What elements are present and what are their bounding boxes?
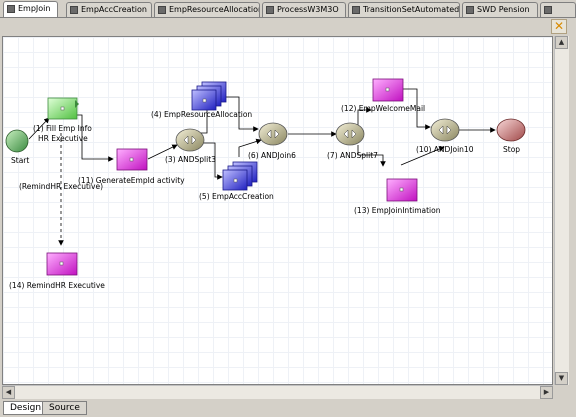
tab-source[interactable]: Source: [42, 401, 87, 415]
node-emp-resource-allocation[interactable]: (4) EmpResourceAllocation: [151, 81, 252, 119]
node-label-line2: HR Executive: [38, 134, 88, 143]
node-label: Start: [11, 156, 29, 165]
tab-overflow[interactable]: [540, 2, 576, 17]
node-emp-acc-creation[interactable]: (5) EmpAccCreation: [199, 161, 274, 201]
tab-processw3m3o[interactable]: ProcessW3M3O: [262, 2, 346, 17]
node-label: (10) ANDJoin10: [416, 145, 474, 154]
node-andsplit7[interactable]: (7) ANDSplit7: [327, 122, 378, 160]
tab-swd-pension[interactable]: SWD Pension: [462, 2, 538, 17]
process-icon: [158, 6, 166, 14]
node-start[interactable]: Start: [5, 129, 29, 165]
node-emp-welcome-mail[interactable]: (12) EmpWelcomeMail: [341, 78, 425, 113]
tab-label: TransitionSetAutomated: [363, 5, 460, 14]
tab-divider: [0, 17, 576, 18]
scroll-down-button[interactable]: ▼: [555, 372, 568, 385]
close-icon: ✕: [553, 19, 565, 33]
node-label-line1: (1) Fill Emp Info: [33, 124, 92, 133]
workflow-diagram: Start (1) Fill Emp Info HR Executive (11…: [5, 78, 526, 290]
close-editor-button[interactable]: ✕: [551, 19, 567, 34]
node-fill-emp-info[interactable]: (1) Fill Emp Info HR Executive: [33, 97, 94, 143]
process-icon: [466, 6, 474, 14]
process-icon: [266, 6, 274, 14]
tab-label: EmpResourceAllocation: [169, 5, 260, 14]
node-andsplit3[interactable]: (3) ANDSplit3: [165, 128, 216, 164]
node-stop[interactable]: Stop: [496, 118, 526, 154]
node-remind-hr-executive[interactable]: (14) RemindHR Executive: [9, 252, 105, 290]
tab-empacccreation[interactable]: EmpAccCreation: [66, 2, 152, 17]
horizontal-scrollbar[interactable]: ◀ ▶: [2, 385, 553, 399]
vertical-scrollbar[interactable]: ▲ ▼: [554, 36, 569, 385]
node-label: (3) ANDSplit3: [165, 155, 216, 164]
node-label: (14) RemindHR Executive: [9, 281, 105, 290]
node-label: (6) ANDJoin6: [248, 151, 296, 160]
tab-label: SWD Pension: [477, 5, 530, 14]
scroll-corner: [554, 385, 569, 399]
tab-label: EmpAccCreation: [81, 5, 147, 14]
view-tab-bar: Design Source: [0, 399, 576, 417]
node-label: (4) EmpResourceAllocation: [151, 110, 252, 119]
tab-label: EmpJoin: [18, 4, 51, 13]
node-emp-join-intimation[interactable]: (13) EmpJoinIntimation: [354, 178, 441, 215]
node-label: (1) Fill Emp Info HR Executive: [33, 124, 94, 143]
workflow-canvas[interactable]: Start (1) Fill Emp Info HR Executive (11…: [2, 36, 553, 385]
tab-transitionsetautomated[interactable]: TransitionSetAutomated: [348, 2, 460, 17]
tab-empresourceallocation[interactable]: EmpResourceAllocation: [154, 2, 260, 17]
scroll-left-button[interactable]: ◀: [2, 386, 15, 399]
scroll-right-button[interactable]: ▶: [540, 386, 553, 399]
process-icon: [352, 6, 360, 14]
node-andjoin10[interactable]: (10) ANDJoin10: [416, 118, 474, 154]
process-icon: [544, 6, 552, 14]
node-label: (5) EmpAccCreation: [199, 192, 274, 201]
node-label: (12) EmpWelcomeMail: [341, 104, 425, 113]
tab-empjoin[interactable]: EmpJoin: [3, 1, 58, 18]
node-label: (7) ANDSplit7: [327, 151, 378, 160]
node-label: (13) EmpJoinIntimation: [354, 206, 441, 215]
scroll-up-button[interactable]: ▲: [555, 36, 568, 49]
process-icon: [7, 5, 15, 13]
node-label: Stop: [503, 145, 520, 154]
editor-tab-bar: EmpJoin EmpAccCreation EmpResourceAlloca…: [0, 0, 576, 18]
tab-label: ProcessW3M3O: [277, 5, 339, 14]
process-icon: [70, 6, 78, 14]
edge-label-remind: (RemindHR Executive): [19, 182, 103, 191]
